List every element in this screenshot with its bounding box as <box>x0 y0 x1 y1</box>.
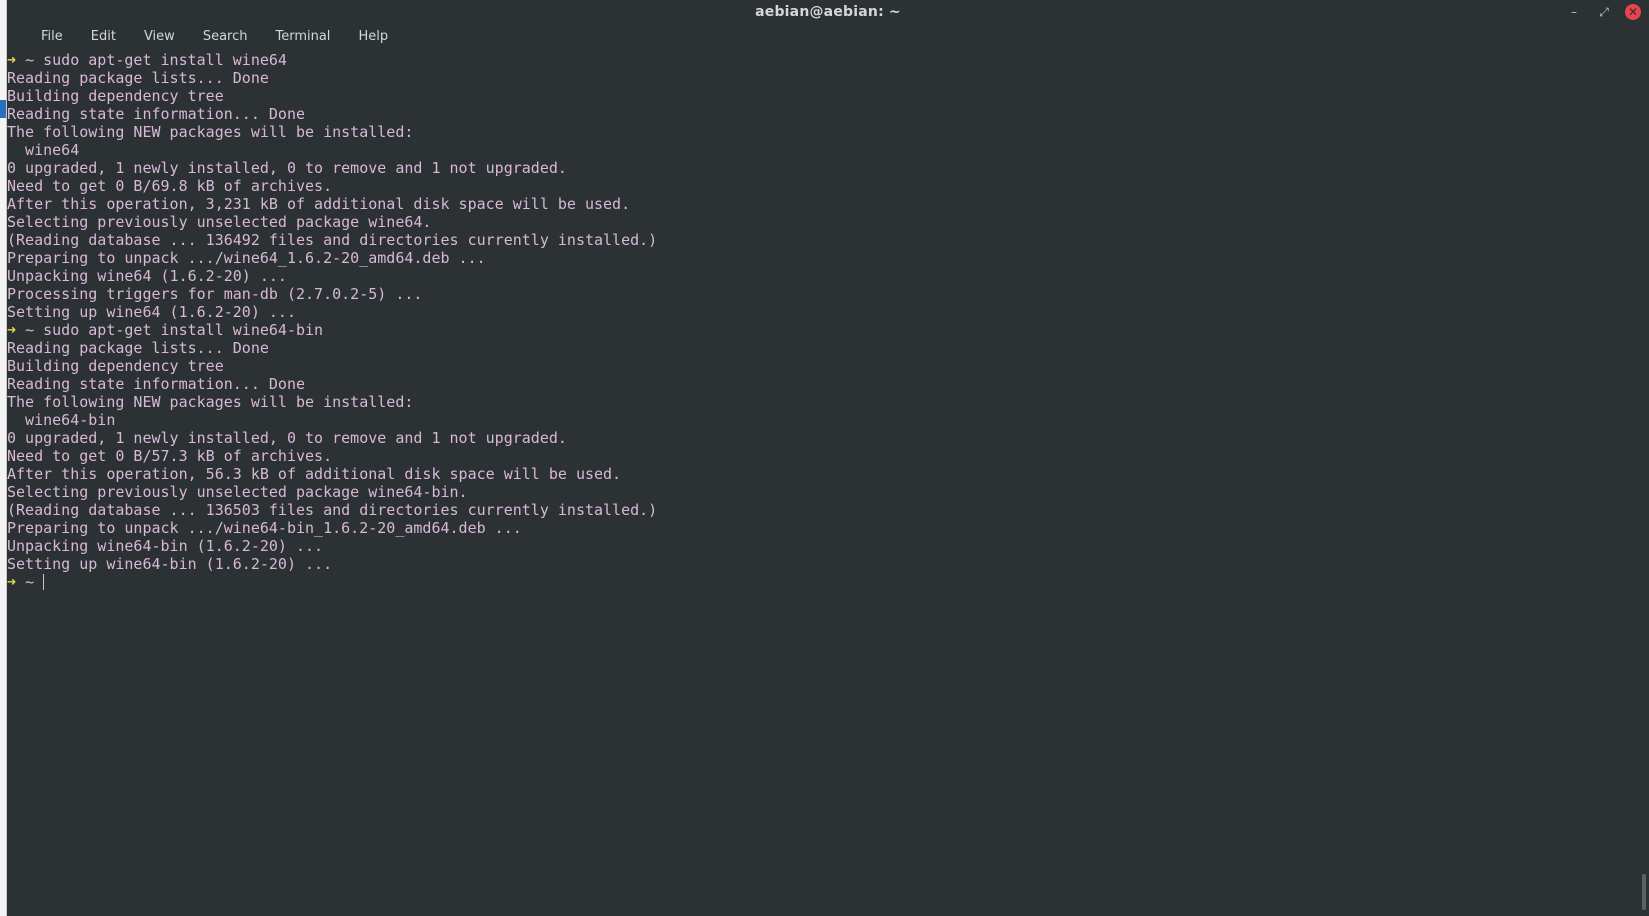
terminal-output-line: Reading package lists... Done <box>7 339 269 357</box>
terminal-window: aebian@aebian: ~ – ⤢ ✕ File Edit View Se… <box>7 0 1649 916</box>
prompt-arrow-icon: ➜ <box>7 51 17 69</box>
terminal-output-line: Processing triggers for man-db (2.7.0.2-… <box>7 285 423 303</box>
terminal-output-line: Reading state information... Done <box>7 105 306 123</box>
terminal-output-line: After this operation, 3,231 kB of additi… <box>7 195 631 213</box>
window-controls: – ⤢ ✕ <box>1565 3 1641 21</box>
close-icon[interactable]: ✕ <box>1625 4 1641 20</box>
terminal-output-line: Unpacking wine64-bin (1.6.2-20) ... <box>7 537 324 555</box>
terminal-output-line: wine64-bin <box>7 411 116 429</box>
terminal-output-line: wine64 <box>7 141 80 159</box>
prompt-arrow-icon: ➜ <box>7 321 17 339</box>
window-title: aebian@aebian: ~ <box>755 4 901 20</box>
terminal-prompt-line: ➜ ~ <box>7 573 1639 591</box>
scrollbar[interactable] <box>1639 48 1649 916</box>
terminal-output-line: Preparing to unpack .../wine64-bin_1.6.2… <box>7 519 522 537</box>
terminal-output[interactable]: ➜ ~ sudo apt-get install wine64 Reading p… <box>7 48 1639 916</box>
terminal-output-line: 0 upgraded, 1 newly installed, 0 to remo… <box>7 429 567 447</box>
background-window-mark <box>0 100 6 118</box>
terminal-output-line: Preparing to unpack .../wine64_1.6.2-20_… <box>7 249 486 267</box>
background-window-edge <box>0 0 7 916</box>
menu-view[interactable]: View <box>130 27 189 46</box>
text-cursor <box>43 574 45 590</box>
menu-bar: File Edit View Search Terminal Help <box>7 24 1649 48</box>
menu-edit[interactable]: Edit <box>77 27 130 46</box>
terminal-output-line: (Reading database ... 136503 files and d… <box>7 501 658 519</box>
terminal-output-line: Setting up wine64-bin (1.6.2-20) ... <box>7 555 333 573</box>
minimize-icon[interactable]: – <box>1565 3 1583 21</box>
maximize-icon[interactable]: ⤢ <box>1595 3 1613 21</box>
menu-terminal[interactable]: Terminal <box>261 27 344 46</box>
terminal-output-line: Unpacking wine64 (1.6.2-20) ... <box>7 267 287 285</box>
terminal-prompt-line: ➜ ~ sudo apt-get install wine64-bin <box>7 321 1639 339</box>
menu-help[interactable]: Help <box>344 27 402 46</box>
menu-file[interactable]: File <box>27 27 77 46</box>
prompt-command: sudo apt-get install wine64 <box>43 51 287 69</box>
terminal-output-line: Building dependency tree <box>7 357 224 375</box>
terminal-output-line: Selecting previously unselected package … <box>7 483 468 501</box>
terminal-output-line: Selecting previously unselected package … <box>7 213 432 231</box>
terminal-output-line: After this operation, 56.3 kB of additio… <box>7 465 622 483</box>
prompt-directory: ~ <box>25 573 35 591</box>
terminal-output-line: The following NEW packages will be insta… <box>7 123 414 141</box>
terminal-output-line: Reading state information... Done <box>7 375 306 393</box>
prompt-arrow-icon: ➜ <box>7 573 17 591</box>
terminal-output-line: Need to get 0 B/69.8 kB of archives. <box>7 177 333 195</box>
terminal-area: ➜ ~ sudo apt-get install wine64 Reading p… <box>7 48 1649 916</box>
terminal-prompt-line: ➜ ~ sudo apt-get install wine64 <box>7 51 1639 69</box>
prompt-directory: ~ <box>25 51 35 69</box>
terminal-output-line: Need to get 0 B/57.3 kB of archives. <box>7 447 333 465</box>
terminal-output-line: Setting up wine64 (1.6.2-20) ... <box>7 303 296 321</box>
title-bar[interactable]: aebian@aebian: ~ – ⤢ ✕ <box>7 0 1649 24</box>
terminal-output-line: The following NEW packages will be insta… <box>7 393 414 411</box>
terminal-output-line: Building dependency tree <box>7 87 224 105</box>
prompt-command: sudo apt-get install wine64-bin <box>43 321 324 339</box>
terminal-output-line: (Reading database ... 136492 files and d… <box>7 231 658 249</box>
menu-search[interactable]: Search <box>189 27 262 46</box>
terminal-output-line: Reading package lists... Done <box>7 69 269 87</box>
scrollbar-thumb[interactable] <box>1642 874 1646 910</box>
terminal-output-line: 0 upgraded, 1 newly installed, 0 to remo… <box>7 159 567 177</box>
prompt-directory: ~ <box>25 321 35 339</box>
